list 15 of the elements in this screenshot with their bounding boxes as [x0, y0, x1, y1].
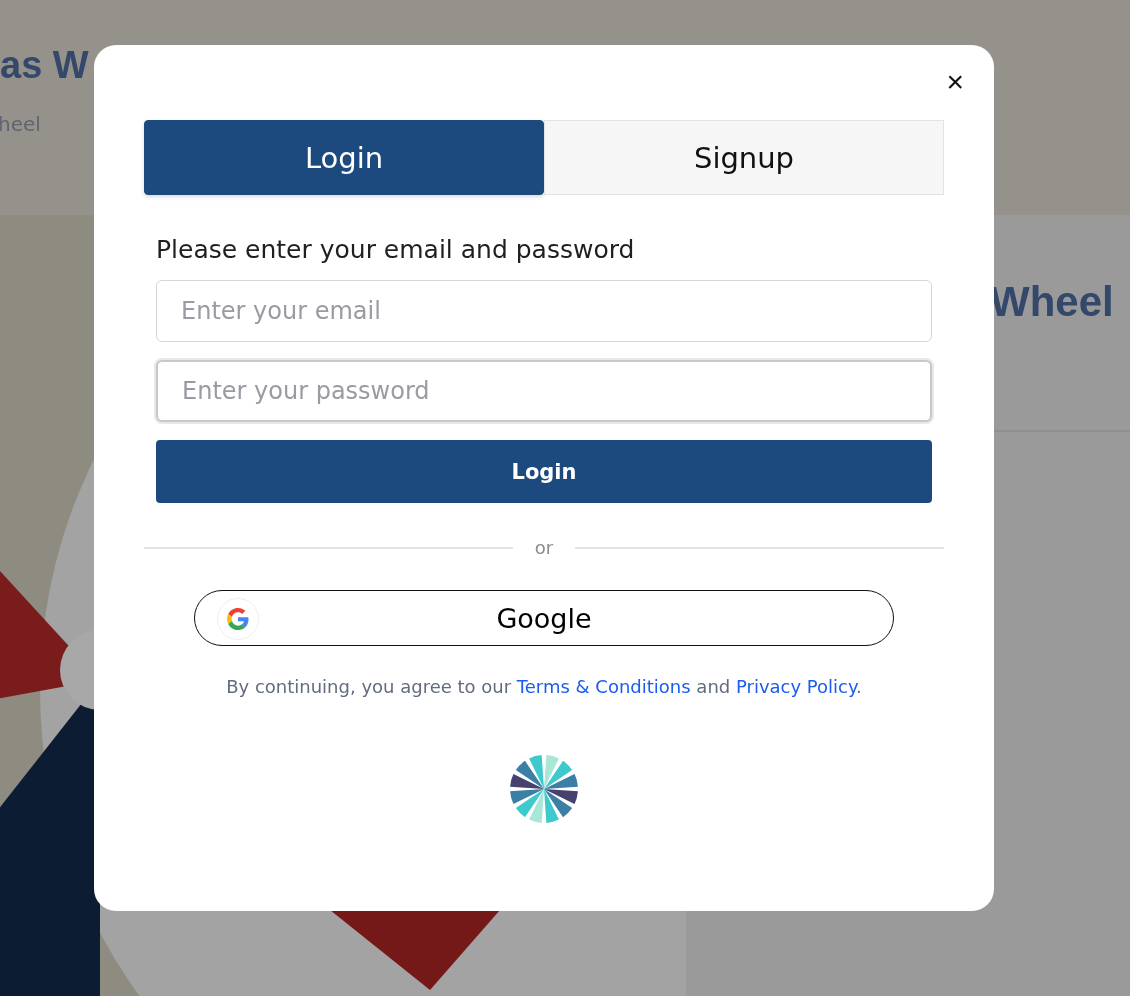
- legal-text: By continuing, you agree to our Terms & Conditions and Privacy Policy.: [226, 676, 862, 697]
- input-field[interactable]: Enter your password: [156, 360, 932, 422]
- tab[interactable]: Login: [144, 120, 544, 195]
- divider-text: or: [534, 537, 554, 558]
- close-button[interactable]: ×: [942, 67, 968, 97]
- page-title: as W: [0, 44, 89, 87]
- google-button[interactable]: Google: [194, 590, 894, 646]
- logo-icon: [508, 753, 580, 825]
- input-field[interactable]: Enter your email: [156, 280, 932, 342]
- prompt-text: Please enter your email and password: [156, 235, 636, 264]
- tab[interactable]: Signup: [544, 120, 944, 195]
- login-button[interactable]: Login: [156, 440, 932, 503]
- terms-link[interactable]: Terms & Conditions: [516, 676, 691, 697]
- privacy-link[interactable]: Privacy Policy: [735, 676, 857, 697]
- card-title: Wheel: [990, 278, 1114, 326]
